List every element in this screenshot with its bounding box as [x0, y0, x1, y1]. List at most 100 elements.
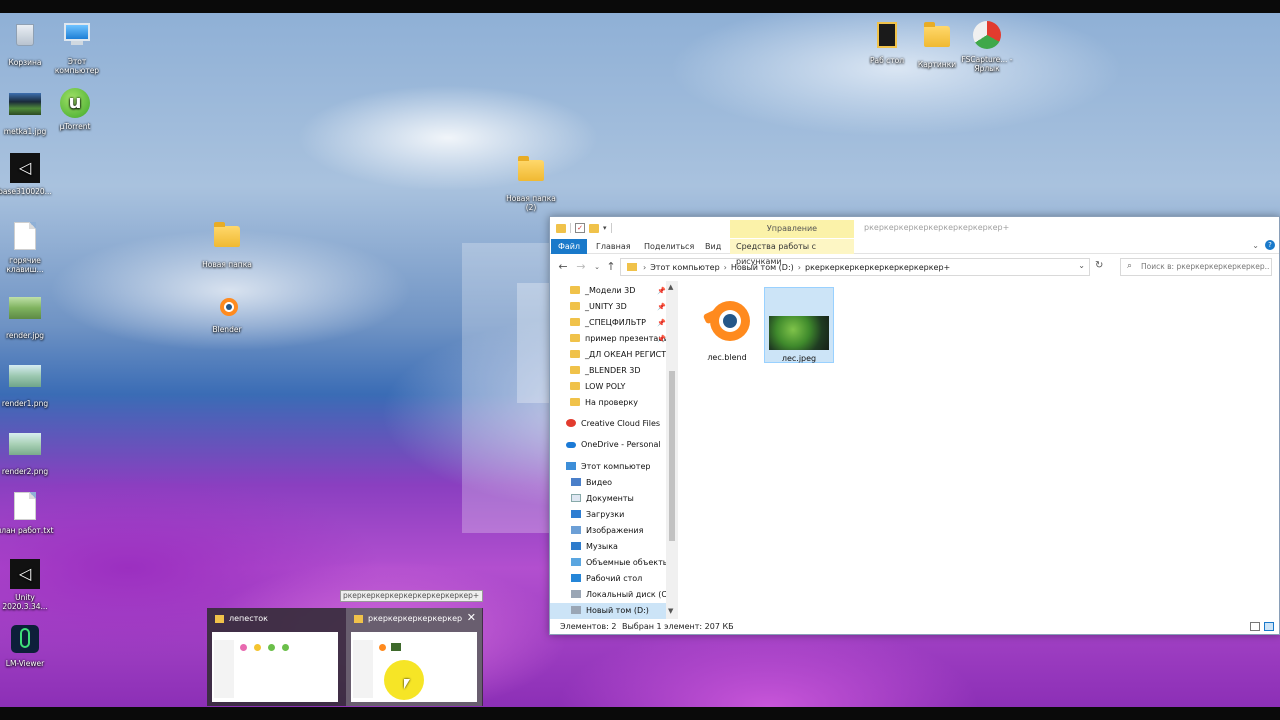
tab-file[interactable]: Файл [551, 239, 587, 254]
scroll-down-icon[interactable]: ▼ [668, 607, 673, 615]
nav-item-quick[interactable]: _Модели 3D 📌 [570, 283, 668, 299]
file-name: лес.jpeg [781, 354, 817, 363]
pin-icon: 📌 [657, 303, 666, 311]
tab-share[interactable]: Поделиться [638, 239, 700, 254]
nav-item-quick[interactable]: На проверку [570, 395, 668, 411]
recycle-bin-icon [9, 24, 41, 56]
chevron-down-icon[interactable]: ⌄ [1078, 261, 1085, 270]
desktop-icon-fscapture[interactable]: FSCapture... - Ярлык [958, 20, 1016, 73]
desktop-icon-hotkeys[interactable]: горячие клавиш... [0, 220, 54, 274]
nav-item-this-pc[interactable]: Этот компьютер [566, 459, 668, 475]
desktop-icon-render2-png[interactable]: render2.png [0, 428, 54, 476]
chevron-right-icon: › [797, 262, 801, 272]
item-count: Элементов: 2 [560, 622, 617, 631]
scrollbar-thumb[interactable] [669, 371, 675, 541]
taskbar-previews: лепесток ркеркеркеркеркеркер... ✕ [207, 608, 483, 706]
nav-item-local-disk-c[interactable]: Локальный диск (C:) [571, 587, 668, 603]
desktop-icon-utorrent[interactable]: u µTorrent [46, 88, 104, 131]
file-name: лес.blend [707, 353, 747, 362]
nav-item-quick[interactable]: _UNITY 3D 📌 [570, 299, 668, 315]
tab-manage[interactable]: Управление [730, 220, 854, 238]
nav-item-downloads[interactable]: Загрузки [571, 507, 668, 523]
document-icon [571, 494, 581, 502]
nav-item-quick[interactable]: _ДЛ ОКЕАН РЕГИСТРА [570, 347, 668, 363]
desktop-icon-new-folder[interactable]: Новая папка [198, 220, 256, 269]
desktop-icon-plan-txt[interactable]: план работ.txt [0, 490, 54, 535]
nav-item-documents[interactable]: Документы [571, 491, 668, 507]
nav-scrollbar[interactable]: ▲ ▼ [666, 281, 678, 619]
folder-icon [570, 302, 580, 310]
tab-picture-tools[interactable]: Средства работы с рисунками [730, 239, 854, 266]
search-input[interactable]: ⌕ Поиск в: ркеркеркеркеркеркер... [1120, 258, 1272, 276]
preview-window-lepestok[interactable]: лепесток [207, 608, 343, 706]
nav-item-quick[interactable]: _СПЕЦФИЛЬТР 📌 [570, 315, 668, 331]
search-placeholder: Поиск в: ркеркеркеркеркеркер... [1141, 262, 1269, 271]
breadcrumb-current-folder[interactable]: ркеркеркеркеркеркеркеркеркер+ [805, 263, 950, 272]
forward-icon[interactable]: → [574, 260, 588, 274]
desktop-icon-label: FSCapture... - Ярлык [961, 55, 1013, 73]
scroll-up-icon[interactable]: ▲ [668, 283, 673, 291]
desktop-icon-render-jpg[interactable]: render.jpg [0, 292, 54, 340]
music-icon [571, 542, 581, 550]
nav-item-videos[interactable]: Видео [571, 475, 668, 491]
desktop-icon-blender[interactable]: Blender [198, 290, 256, 334]
expand-ribbon-icon[interactable]: ⌄ [1252, 241, 1259, 250]
desktop-icon-label: µTorrent [59, 122, 91, 131]
nav-item-onedrive[interactable]: OneDrive - Personal [566, 437, 668, 453]
breadcrumb-drive-d[interactable]: Новый том (D:) [731, 263, 794, 272]
preview-title: лепесток [229, 614, 268, 623]
desktop-icon-label: Новая папка (2) [506, 194, 556, 212]
file-list: лес.blend лес.jpeg [680, 281, 1278, 619]
address-bar[interactable]: › Этот компьютер › Новый том (D:) › ркер… [620, 258, 1090, 276]
computer-icon [566, 462, 576, 470]
nav-label: Creative Cloud Files [581, 419, 661, 428]
image-icon [9, 365, 41, 397]
3d-objects-icon [571, 558, 581, 566]
folder-icon [570, 318, 580, 326]
close-icon[interactable]: ✕ [467, 611, 476, 624]
nav-item-quick[interactable]: LOW POLY [570, 379, 668, 395]
folder-icon [921, 22, 953, 58]
tab-view[interactable]: Вид [699, 239, 727, 254]
file-item-jpeg[interactable]: лес.jpeg [764, 287, 834, 363]
nav-item-pictures[interactable]: Изображения [571, 523, 668, 539]
file-explorer-window[interactable]: ✓ ▾ Управление ркеркеркеркеркеркеркеркер… [549, 216, 1280, 635]
recent-locations-icon[interactable]: ⌄ [590, 260, 604, 274]
desktop-icon-new-folder-2[interactable]: Новая папка (2) [502, 154, 560, 212]
desktop-icon-this-pc[interactable]: Этот компьютер [48, 20, 106, 75]
refresh-icon[interactable]: ↻ [1095, 260, 1103, 271]
breadcrumb-this-pc[interactable]: Этот компьютер [650, 263, 719, 272]
back-icon[interactable]: ← [556, 260, 570, 274]
nav-item-new-volume-d[interactable]: Новый том (D:) [550, 603, 666, 619]
desktop-icon-label: Unity 2020.3.34... [2, 593, 48, 611]
help-icon[interactable]: ? [1265, 240, 1275, 250]
nav-item-quick[interactable]: _BLENDER 3D [570, 363, 668, 379]
desktop-icon-recycle-bin[interactable]: Корзина [0, 20, 54, 67]
customize-toolbar-icon[interactable]: ▾ [603, 224, 607, 232]
nav-label: пример презентаци [585, 334, 668, 343]
desktop-icon-label: Новая папка [202, 260, 252, 269]
image-icon [9, 93, 41, 125]
nav-item-3d-objects[interactable]: Объемные объекты [571, 555, 668, 571]
properties-icon[interactable]: ✓ [575, 223, 585, 233]
nav-item-creative-cloud[interactable]: Creative Cloud Files [566, 416, 668, 432]
nav-item-desktop[interactable]: Рабочий стол [571, 571, 668, 587]
up-icon[interactable]: ↑ [604, 260, 618, 274]
desktop-icon-base-unity[interactable]: ◁ base310020... [0, 152, 54, 196]
letterbox-bottom [0, 707, 1280, 720]
text-file-icon [9, 492, 41, 524]
desktop-icon-render1-png[interactable]: render1.png [0, 360, 54, 408]
new-folder-icon[interactable] [589, 223, 599, 233]
pin-icon: 📌 [657, 319, 666, 327]
details-view-icon[interactable] [1250, 622, 1260, 631]
folder-icon [556, 223, 566, 233]
nav-item-music[interactable]: Музыка [571, 539, 668, 555]
nav-label: На проверку [585, 398, 638, 407]
file-item-blend[interactable]: лес.blend [692, 287, 762, 363]
nav-item-quick[interactable]: пример презентаци 📌 [570, 331, 668, 347]
tab-home[interactable]: Главная [590, 239, 637, 254]
desktop-icon-lm-viewer[interactable]: LM-Viewer [0, 624, 54, 668]
desktop-icon-unity-2020[interactable]: ◁ Unity 2020.3.34... [0, 558, 54, 611]
title-bar[interactable]: ✓ ▾ Управление ркеркеркеркеркеркеркеркер… [550, 217, 1279, 239]
large-icons-view-icon[interactable] [1264, 622, 1274, 631]
